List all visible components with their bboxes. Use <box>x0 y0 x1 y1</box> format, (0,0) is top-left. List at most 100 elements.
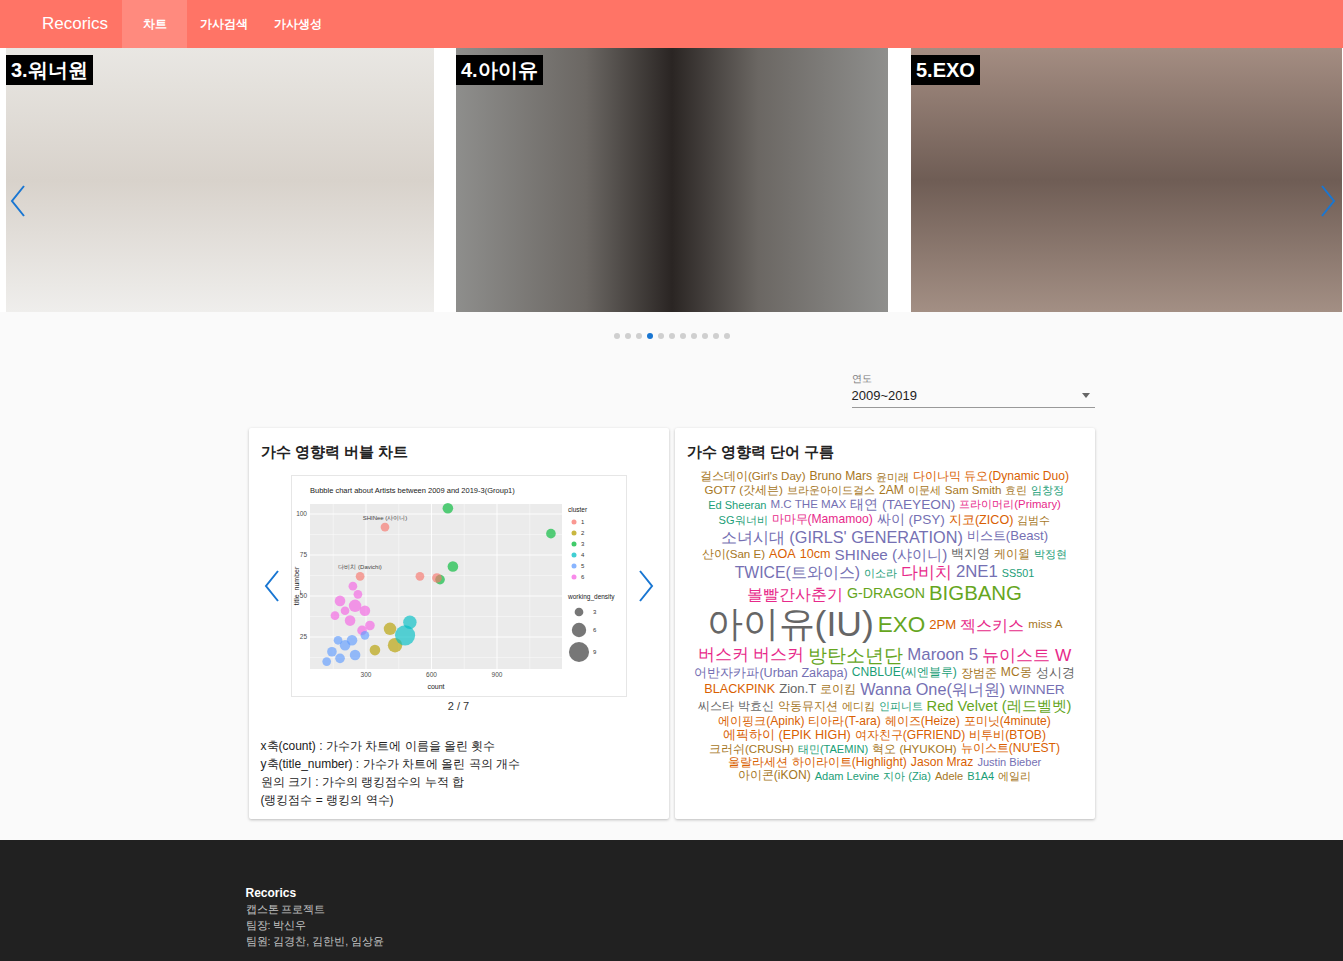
chevron-left-icon[interactable] <box>263 569 281 603</box>
slide[interactable]: 5.EXO <box>911 48 1342 312</box>
bubble[interactable] <box>322 657 331 666</box>
cloud-word[interactable]: 장범준 <box>961 667 997 680</box>
cloud-word[interactable]: 비투비(BTOB) <box>969 729 1046 743</box>
bubble[interactable] <box>348 582 357 591</box>
cloud-word[interactable]: CNBLUE(씨엔블루) <box>852 666 957 680</box>
cloud-word[interactable]: BIGBANG <box>929 582 1022 605</box>
cloud-word[interactable]: 김범수 <box>1017 514 1050 526</box>
cloud-word[interactable]: 다비치 <box>901 563 952 582</box>
cloud-word[interactable]: 크러쉬(CRUSH) <box>709 743 794 756</box>
cloud-word[interactable]: 윤미래 <box>876 471 909 483</box>
cloud-word[interactable]: 여자친구(GFRIEND) <box>855 729 965 743</box>
cloud-word[interactable]: 볼빨간사춘기 <box>747 585 843 603</box>
cloud-word[interactable]: 2AM <box>879 484 904 498</box>
bubble[interactable] <box>334 596 345 607</box>
cloud-word[interactable]: Red Velvet (레드벨벳) <box>927 698 1072 714</box>
cloud-word[interactable]: 브라운아이드걸스 <box>787 484 875 496</box>
nav-tab[interactable]: 가사생성 <box>261 0 335 48</box>
cloud-word[interactable]: 비스트(Beast) <box>967 529 1048 544</box>
cloud-word[interactable]: 로이킴 <box>820 683 856 696</box>
cloud-word[interactable]: 2PM <box>929 618 956 633</box>
year-select[interactable]: 연도 2009~2019 <box>852 373 1095 408</box>
cloud-word[interactable]: Sam Smith <box>945 484 1002 497</box>
cloud-word[interactable]: Adele <box>935 770 963 782</box>
cloud-word[interactable]: miss A <box>1028 618 1062 631</box>
carousel-dot[interactable] <box>680 333 686 339</box>
bubble[interactable] <box>442 503 453 514</box>
cloud-word[interactable]: WINNER <box>1009 682 1064 697</box>
cloud-word[interactable]: 박효신 <box>738 700 774 714</box>
cloud-word[interactable]: GOT7 (갓세븐) <box>705 484 783 497</box>
bubble[interactable] <box>327 647 337 657</box>
chevron-right-icon[interactable] <box>1319 184 1337 218</box>
bubble[interactable] <box>349 650 360 661</box>
bubble[interactable] <box>340 606 349 615</box>
cloud-word[interactable]: 이문세 <box>908 484 941 496</box>
bubble[interactable] <box>403 616 416 629</box>
cloud-word[interactable]: 에디킴 <box>842 700 875 712</box>
bubble[interactable] <box>330 611 339 620</box>
cloud-word[interactable]: 포미닛(4minute) <box>964 715 1051 729</box>
brand[interactable]: Recorics <box>42 0 108 48</box>
bubble[interactable] <box>348 600 361 613</box>
bubble[interactable] <box>346 635 357 646</box>
cloud-word[interactable]: 아이유(IU) <box>707 605 874 645</box>
bubble[interactable] <box>447 561 458 572</box>
cloud-word[interactable]: 태민(TAEMIN) <box>798 743 868 755</box>
cloud-word[interactable]: Ed Sheeran <box>708 499 766 511</box>
cloud-word[interactable]: SG워너비 <box>719 514 768 526</box>
bubble[interactable] <box>353 590 362 599</box>
cloud-word[interactable]: 효린 <box>1005 484 1027 496</box>
cloud-word[interactable]: 마마무(Mamamoo) <box>772 513 873 527</box>
cloud-word[interactable]: 지아 (Zia) <box>883 770 931 782</box>
nav-tab[interactable]: 차트 <box>122 0 187 48</box>
cloud-word[interactable]: Bruno Mars <box>810 470 873 484</box>
bubble[interactable] <box>333 636 342 645</box>
carousel-dot[interactable] <box>669 333 675 339</box>
cloud-word[interactable]: M.C THE MAX <box>771 498 847 511</box>
cloud-word[interactable]: 씨스타 <box>698 700 734 714</box>
cloud-word[interactable]: 소녀시대 (GIRLS' GENERATION) <box>721 528 963 546</box>
cloud-word[interactable]: 뉴이스트 W <box>982 646 1071 665</box>
cloud-word[interactable]: 박정현 <box>1034 548 1067 560</box>
cloud-word[interactable]: 2NE1 <box>956 563 998 582</box>
cloud-word[interactable]: 백지영 <box>951 547 990 562</box>
cloud-word[interactable]: 산이(San E) <box>702 548 765 561</box>
carousel-dot[interactable] <box>724 333 730 339</box>
cloud-word[interactable]: 티아라(T-ara) <box>808 715 880 729</box>
cloud-word[interactable]: 성시경 <box>1036 666 1075 680</box>
cloud-word[interactable]: 에픽하이 (EPIK HIGH) <box>723 728 851 742</box>
bubble[interactable] <box>415 572 424 581</box>
cloud-word[interactable]: Jason Mraz <box>911 756 974 770</box>
cloud-word[interactable]: SS501 <box>1002 567 1034 579</box>
cloud-word[interactable]: 뉴이스트(NU'EST) <box>961 742 1060 756</box>
cloud-word[interactable]: 싸이 (PSY) <box>877 512 945 527</box>
cloud-word[interactable]: Adam Levine <box>815 770 879 782</box>
cloud-word[interactable]: 다이나믹 듀오(Dynamic Duo) <box>913 470 1069 484</box>
carousel-dot[interactable] <box>636 333 642 339</box>
carousel-dot[interactable] <box>614 333 620 339</box>
bubble[interactable] <box>360 631 369 640</box>
cloud-word[interactable]: 어반자카파(Urban Zakapa) <box>694 666 847 680</box>
cloud-word[interactable]: TWICE(트와이스) <box>735 564 860 582</box>
cloud-word[interactable]: 프라이머리(Primary) <box>959 498 1061 511</box>
bubble[interactable] <box>359 605 370 616</box>
bubble[interactable] <box>335 653 345 663</box>
cloud-word[interactable]: 케이윌 <box>994 548 1030 561</box>
cloud-word[interactable]: G-DRAGON <box>847 586 925 602</box>
carousel-dot[interactable] <box>702 333 708 339</box>
cloud-word[interactable]: AOA <box>769 547 796 561</box>
cloud-word[interactable]: 걸스데이(Girl's Day) <box>700 470 806 483</box>
nav-tab[interactable]: 가사검색 <box>187 0 261 48</box>
chevron-left-icon[interactable] <box>9 184 27 218</box>
cloud-word[interactable]: Zion.T <box>779 682 816 697</box>
bubble[interactable] <box>383 623 396 636</box>
cloud-word[interactable]: Maroon 5 <box>907 646 978 665</box>
slide[interactable]: 4.아이유 <box>456 48 888 312</box>
carousel-dot[interactable] <box>713 333 719 339</box>
cloud-word[interactable]: 방탄소년단 <box>808 645 903 666</box>
cloud-word[interactable]: Justin Bieber <box>977 756 1041 768</box>
cloud-word[interactable]: 지코(ZICO) <box>949 513 1014 527</box>
carousel-dot[interactable] <box>658 333 664 339</box>
cloud-word[interactable]: 버스커 버스커 <box>698 646 805 665</box>
